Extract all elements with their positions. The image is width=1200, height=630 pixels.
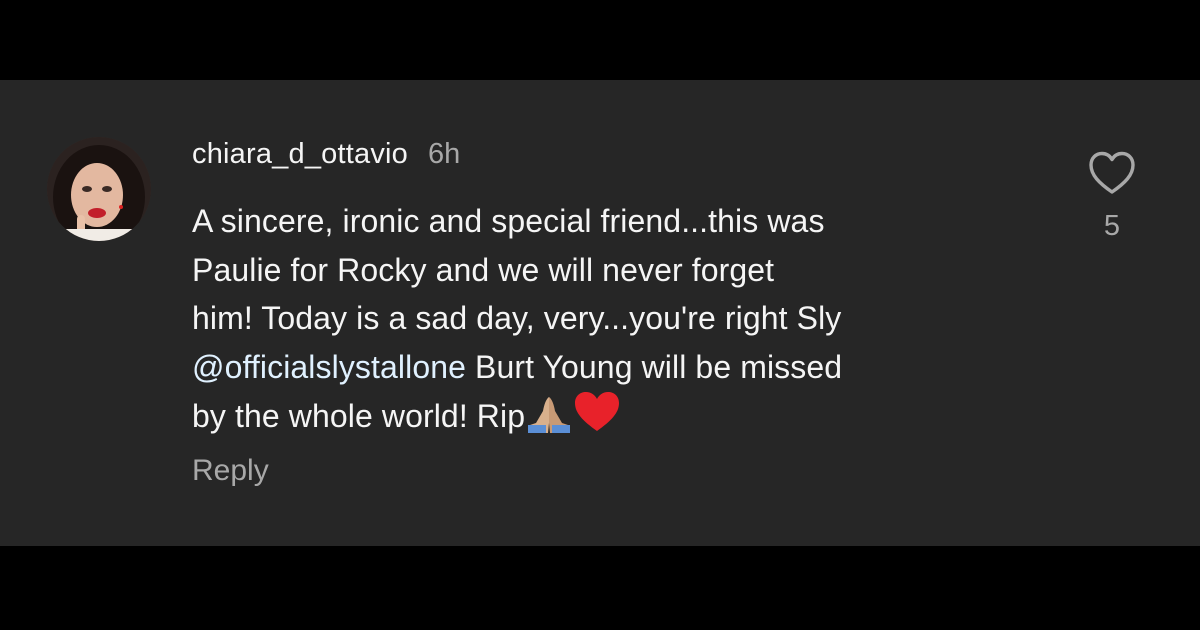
comment-line-rest: Burt Young will be missed (466, 348, 843, 385)
comment-line: @officialslystallone Burt Young will be … (192, 343, 1032, 392)
comment-text: A sincere, ironic and special friend...t… (192, 197, 1032, 447)
reply-button[interactable]: Reply (192, 454, 269, 488)
avatar[interactable] (47, 137, 151, 241)
like-count: 5 (1103, 210, 1121, 242)
comment-line: him! Today is a sad day, very...you're r… (192, 300, 842, 336)
like-button[interactable] (1087, 150, 1137, 196)
timestamp: 6h (428, 137, 461, 170)
comment-line: A sincere, ironic and special friend...t… (192, 203, 825, 239)
screenshot-stage: chiara_d_ottavio 6h A sincere, ironic an… (0, 0, 1200, 630)
comment-line: Paulie for Rocky and we will never forge… (192, 251, 775, 288)
red-heart-icon (573, 391, 621, 447)
comment-header: chiara_d_ottavio 6h (192, 136, 460, 172)
mention-link[interactable]: @officialslystallone (192, 349, 466, 385)
heart-outline-icon (1089, 151, 1135, 194)
avatar-image (47, 137, 151, 241)
username[interactable]: chiara_d_ottavio (192, 138, 408, 171)
comment-line: by the whole world! Rip (192, 391, 1032, 447)
comment-line-text: by the whole world! Rip (192, 398, 526, 434)
folded-hands-icon (526, 395, 572, 447)
